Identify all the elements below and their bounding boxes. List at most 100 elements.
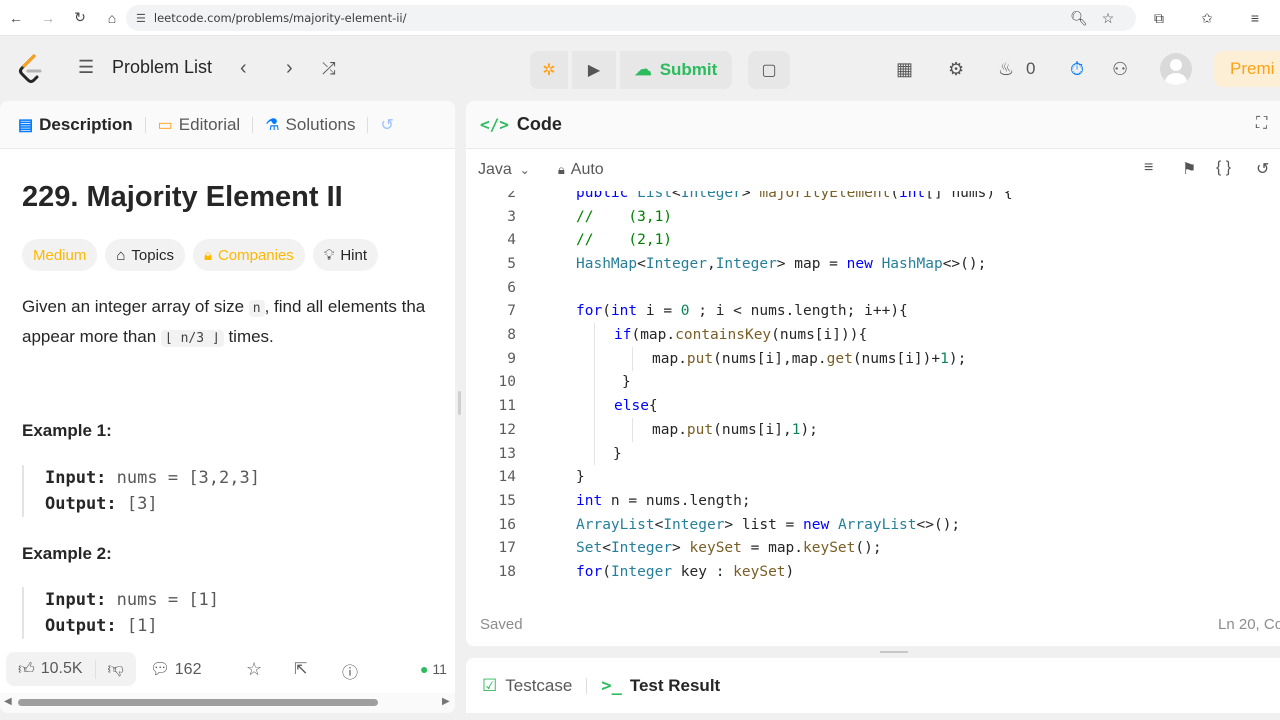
input-value: nums = [1] [116, 590, 220, 610]
add-friend-icon[interactable]: ⚇ [1112, 59, 1128, 80]
code-header: </> Code [466, 101, 1280, 149]
line-number: 2 [507, 191, 516, 201]
code-line[interactable]: 18 for(Integer key : keySet) [466, 560, 1280, 584]
submit-button[interactable]: ☁ Submit [620, 51, 732, 89]
extensions-icon[interactable]: ⧉ [1144, 10, 1174, 27]
favorite-star-icon[interactable]: ☆ [246, 659, 262, 680]
site-info-icon[interactable]: ☰ [136, 12, 146, 25]
indent-guide [594, 394, 595, 418]
resize-grip[interactable] [458, 391, 461, 415]
run-button[interactable]: ▶ [572, 51, 616, 89]
horizontal-resize-handle[interactable] [466, 646, 1280, 658]
shuffle-icon[interactable]: ⤮ [322, 59, 336, 79]
avatar[interactable] [1160, 53, 1192, 85]
horizontal-scrollbar[interactable]: ◀ ▶ [0, 693, 455, 713]
code-line[interactable]: 14} [466, 465, 1280, 489]
address-bar[interactable]: ☰ leetcode.com/problems/majority-element… [126, 5, 1136, 31]
topics-label: Topics [131, 246, 174, 264]
language-select[interactable]: Java ⌄ [478, 161, 530, 179]
note-icon: ▢ [761, 62, 777, 79]
problem-description: Given an integer array of size n, find a… [22, 293, 455, 353]
timer-icon[interactable]: ⏱ [1070, 59, 1084, 80]
line-number: 17 [498, 540, 516, 557]
companies-label: Companies [217, 246, 294, 264]
code-line[interactable]: 8 if(map.containsKey(nums[i])){ [466, 323, 1280, 347]
tab-divider [367, 116, 369, 133]
debug-button[interactable]: ✲ [530, 51, 568, 89]
run-submit-group: ✲ ▶ ☁ Submit ▢ [530, 51, 790, 89]
code-line[interactable]: 3 // (3,1) [466, 205, 1280, 229]
resize-grip[interactable] [880, 651, 908, 653]
back-arrow-icon[interactable]: ← [0, 10, 32, 26]
bookmark-icon[interactable]: ⚑ [1182, 159, 1196, 179]
zoom-icon[interactable]: 🔍︎ [1064, 10, 1094, 27]
tab-divider [252, 116, 254, 133]
home-icon[interactable]: ⌂ [96, 10, 128, 26]
code-line[interactable]: 7 for(int i = 0 ; i < nums.length; i++){ [466, 300, 1280, 324]
code-line[interactable]: 10} [466, 370, 1280, 395]
code-line[interactable]: 11 else{ [466, 394, 1280, 418]
notes-button[interactable]: ▢ [748, 51, 790, 89]
format-code-icon[interactable]: ≡ [1144, 159, 1153, 177]
comment-count: 162 [174, 661, 202, 678]
reload-icon[interactable]: ↻ [64, 9, 96, 26]
editor-status-bar: Saved Ln 20, Co [466, 606, 1280, 642]
share-icon[interactable]: ⇱ [294, 659, 307, 679]
code-line[interactable]: 9 map.put(nums[i],map.get(nums[i])+1); [466, 346, 1280, 371]
vertical-resize-handle[interactable] [455, 101, 465, 713]
code-line[interactable]: 13} [466, 441, 1280, 466]
prev-problem-icon[interactable]: ‹ [240, 57, 247, 80]
settings-gear-icon[interactable]: ⚙ [948, 59, 964, 80]
code-line[interactable]: 12 map.put(nums[i],1); [466, 418, 1280, 442]
tab-description[interactable]: ▤ Description [18, 115, 133, 135]
history-icon: ↺ [380, 116, 394, 134]
bug-icon: ✲ [542, 62, 556, 79]
language-value: Java [478, 161, 512, 178]
favorites-icon[interactable]: ✩ [1192, 10, 1222, 27]
tab-solutions[interactable]: ⚗ Solutions [265, 115, 355, 135]
code-line[interactable]: 2 public List<Integer> majorityElement(in… [466, 191, 1280, 205]
forward-arrow-icon[interactable]: → [32, 10, 64, 26]
help-icon[interactable]: ⓘ [342, 659, 358, 683]
comments-button[interactable]: 💬︎ 162 [150, 659, 201, 679]
code-line[interactable]: 5 HashMap<Integer,Integer> map = new Hash… [466, 252, 1280, 276]
hint-chip[interactable]: 💡︎ Hint [312, 239, 379, 271]
tab-testcase[interactable]: ☑ Testcase [482, 676, 572, 696]
auto-mode-toggle[interactable]: 🔒︎ Auto [558, 161, 604, 179]
code-text: for(Integer key : keySet) [576, 564, 795, 581]
bookmark-star-icon[interactable]: ☆ [1093, 10, 1123, 27]
tab-divider [144, 116, 146, 133]
layout-icon[interactable]: ▦ [896, 59, 913, 80]
tab-test-result[interactable]: >_ Test Result [601, 676, 720, 696]
code-line[interactable]: 17 Set<Integer> keySet = map.keySet(); [466, 537, 1280, 561]
topics-chip[interactable]: ⌂ Topics [105, 239, 185, 271]
code-line[interactable]: 16 ArrayList<Integer> list = new ArrayLis… [466, 513, 1280, 537]
scrollbar-thumb[interactable] [18, 699, 378, 706]
code-line[interactable]: 15 int n = nums.length; [466, 489, 1280, 513]
problem-list-button[interactable]: ☰ Problem List [78, 57, 212, 78]
input-label: Input: [45, 590, 107, 610]
maximize-icon[interactable]: ⛶ [1256, 115, 1267, 133]
thumbs-down-icon: 👎︎ [107, 660, 124, 678]
braces-icon[interactable]: { } [1216, 159, 1231, 177]
code-text: if(map.containsKey(nums[i])){ [614, 327, 868, 344]
next-problem-icon[interactable]: › [286, 57, 293, 80]
tab-testcase-label: Testcase [505, 675, 573, 695]
code-line[interactable]: 6 [466, 276, 1280, 300]
scroll-right-icon[interactable]: ▶ [442, 696, 450, 707]
code-editor[interactable]: 2 public List<Integer> majorityElement(in… [466, 191, 1280, 591]
code-text: ArrayList<Integer> list = new ArrayList<… [576, 516, 961, 533]
premium-button[interactable]: Premi [1214, 51, 1280, 87]
comment-icon: 💬︎ [150, 661, 171, 678]
code-line[interactable]: 4 // (2,1) [466, 228, 1280, 252]
profile-menu-icon[interactable]: ≡ [1240, 10, 1270, 26]
leetcode-logo-icon[interactable] [16, 53, 46, 85]
streak-flame-icon[interactable]: ♨ [998, 59, 1014, 80]
reset-code-icon[interactable]: ↺ [1256, 159, 1269, 179]
dislike-button[interactable]: 👎︎ [94, 659, 136, 679]
tab-submissions[interactable]: ↺ [380, 115, 393, 135]
scroll-left-icon[interactable]: ◀ [4, 696, 12, 707]
companies-chip[interactable]: 🔒︎ Companies [192, 239, 305, 271]
like-button[interactable]: 👍︎ 10.5K [6, 660, 95, 679]
tab-editorial[interactable]: ▭ Editorial [158, 115, 241, 135]
